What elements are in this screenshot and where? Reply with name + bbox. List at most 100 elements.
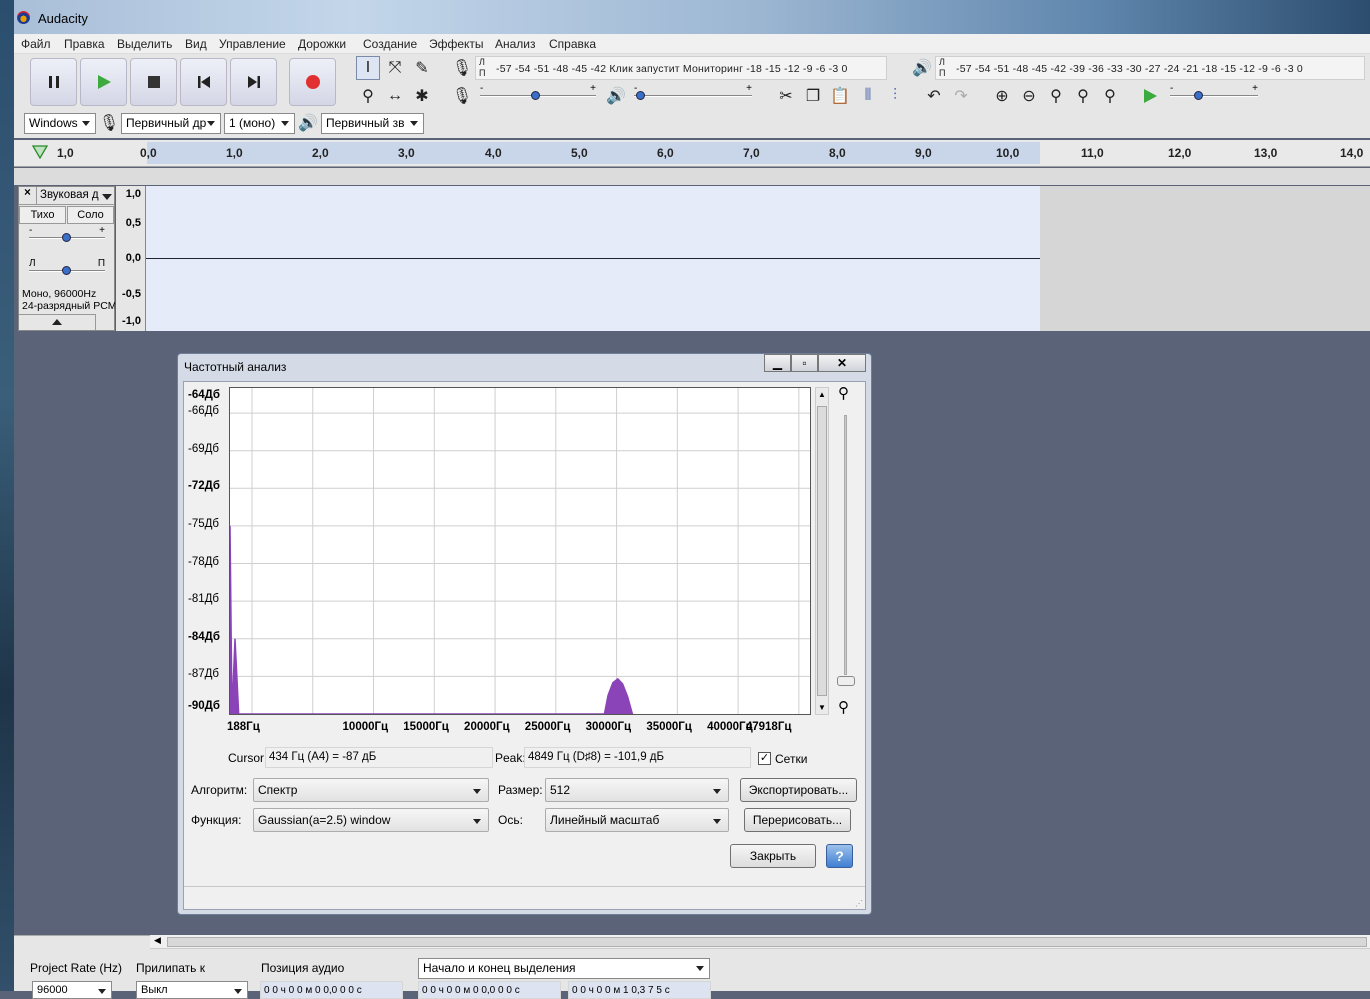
paste-button[interactable]: 📋 [828, 84, 852, 108]
scroll-up-icon[interactable]: ▲ [818, 390, 826, 399]
plot-scrollbar[interactable]: ▲ ▼ [815, 387, 829, 715]
track-gain-slider[interactable]: - + [29, 225, 105, 245]
project-rate-combo[interactable]: 96000 [32, 981, 112, 999]
slider-thumb[interactable] [62, 233, 71, 242]
waveform-empty-area[interactable] [1040, 186, 1370, 331]
envelope-tool-button[interactable]: ⤧ [383, 56, 407, 80]
recording-device-combo[interactable]: Первичный др [121, 113, 221, 134]
solo-button[interactable]: Соло [67, 206, 114, 224]
fit-project-button[interactable]: ⚲ [1071, 84, 1095, 108]
pause-button[interactable] [30, 58, 77, 106]
play-meter-button[interactable]: 🔊 [910, 56, 934, 80]
trim-button[interactable]: ⫴ [856, 84, 880, 108]
redo-button[interactable]: ↷ [949, 84, 973, 108]
pan-right-label: П [97, 258, 105, 269]
scroll-down-icon[interactable]: ▼ [818, 703, 826, 712]
track-close-button[interactable]: × [19, 187, 37, 205]
plot-zoom-thumb[interactable] [837, 676, 855, 686]
playback-device-combo[interactable]: Первичный зв [321, 113, 424, 134]
play-volume-slider[interactable]: - + [634, 83, 752, 103]
resize-grip-icon[interactable]: ⋰ [855, 899, 864, 908]
slider-thumb[interactable] [1194, 91, 1203, 100]
stop-button[interactable] [130, 58, 177, 106]
menu-select[interactable]: Выделить [117, 37, 172, 51]
record-meter[interactable]: ЛП -57 -54 -51 -48 -45 -42 Клик запустит… [475, 56, 887, 80]
zoom-tool-button[interactable]: ⚲ [356, 84, 380, 108]
play-head-icon[interactable] [32, 145, 48, 159]
undo-button[interactable]: ↶ [922, 84, 946, 108]
audio-position-field[interactable]: 0 0 ч 0 0 м 0 0,0 0 0 с [260, 981, 403, 999]
menu-file[interactable]: Файл [21, 37, 51, 51]
track-menu-arrow-icon[interactable] [102, 194, 112, 205]
skip-end-button[interactable] [230, 58, 277, 106]
skip-start-button[interactable] [180, 58, 227, 106]
cut-button[interactable]: ✂ [774, 84, 798, 108]
zoom-in-plot-button[interactable]: ⚲ [838, 384, 856, 402]
silence-button[interactable]: ⫶ [883, 84, 907, 108]
draw-tool-button[interactable]: ✎ [410, 56, 434, 80]
slider-thumb[interactable] [636, 91, 645, 100]
grids-checkbox[interactable]: ✓ [758, 752, 771, 765]
scroll-left-icon[interactable]: ◀ [154, 935, 161, 946]
export-button[interactable]: Экспортировать... [740, 778, 857, 802]
multi-tool-button[interactable]: ✱ [410, 84, 434, 108]
zoom-toggle-button[interactable]: ⚲ [1098, 84, 1122, 108]
play-speed-slider[interactable]: - + [1170, 83, 1258, 103]
menu-analyze[interactable]: Анализ [495, 37, 536, 51]
close-window-button[interactable]: ✕ [818, 354, 866, 372]
record-meter-button[interactable]: 🎙 [450, 56, 474, 80]
window-titlebar[interactable]: Audacity [14, 0, 1370, 34]
scale-label: 0,5 [125, 217, 141, 229]
pencil-icon: ✎ [415, 60, 429, 77]
close-button[interactable]: Закрыть [730, 844, 816, 868]
menu-transport[interactable]: Управление [219, 37, 286, 51]
slider-thumb[interactable] [62, 266, 71, 275]
selection-start-field[interactable]: 0 0 ч 0 0 м 0 0,0 0 0 с [418, 981, 561, 999]
play-meter[interactable]: ЛП -57 -54 -51 -48 -45 -42 -39 -36 -33 -… [935, 56, 1365, 80]
play-at-speed-button[interactable] [1138, 84, 1162, 108]
plot-zoom-track[interactable] [844, 415, 847, 675]
horizontal-scroll-thumb[interactable] [167, 937, 1367, 947]
collapse-track-button[interactable] [19, 314, 96, 330]
size-combo[interactable]: 512 [545, 778, 729, 802]
fit-selection-button[interactable]: ⚲ [1044, 84, 1068, 108]
menu-view[interactable]: Вид [185, 37, 207, 51]
menu-generate[interactable]: Создание [363, 37, 417, 51]
snap-to-combo[interactable]: Выкл [136, 981, 248, 999]
zoom-in-icon: ⚲ [838, 385, 849, 402]
replot-button[interactable]: Перерисовать... [744, 808, 851, 832]
audio-host-combo[interactable]: Windows [24, 113, 96, 134]
scroll-thumb[interactable] [817, 406, 827, 696]
selection-end-field[interactable]: 0 0 ч 0 0 м 1 0,3 7 5 с [568, 981, 711, 999]
channels-combo[interactable]: 1 (моно) [224, 113, 295, 134]
copy-button[interactable]: ❐ [801, 84, 825, 108]
waveform-area[interactable] [146, 186, 1040, 331]
timeline-ruler[interactable]: 1,0 0,0 1,0 2,0 3,0 4,0 5,0 6,0 7,0 8,0 … [14, 140, 1370, 167]
horizontal-scrollbar[interactable]: ◀ [150, 935, 1370, 949]
track-name-menu[interactable]: Звуковая д [40, 189, 100, 201]
minimize-button[interactable]: ▁ [764, 354, 791, 372]
algorithm-combo[interactable]: Спектр [253, 778, 489, 802]
menu-tracks[interactable]: Дорожки [298, 37, 346, 51]
record-meter-scale: -57 -54 -51 -48 -45 -42 Клик запустит Мо… [496, 63, 848, 75]
slider-thumb[interactable] [531, 91, 540, 100]
play-button[interactable] [80, 58, 127, 106]
help-button[interactable]: ? [826, 844, 853, 868]
timeshift-tool-button[interactable]: ↔ [383, 84, 407, 108]
record-button[interactable] [289, 58, 336, 106]
selection-mode-combo[interactable]: Начало и конец выделения [418, 958, 710, 979]
record-volume-slider[interactable]: - + [480, 83, 596, 103]
spectrum-plot[interactable] [229, 387, 811, 715]
zoom-out-button[interactable]: ⊖ [1017, 84, 1041, 108]
zoom-out-plot-button[interactable]: ⚲ [838, 698, 856, 716]
track-pan-slider[interactable]: Л П [29, 258, 105, 278]
maximize-button[interactable]: ▫ [791, 354, 818, 372]
selection-tool-button[interactable]: I [356, 56, 380, 80]
menu-effects[interactable]: Эффекты [429, 37, 484, 51]
mute-button[interactable]: Тихо [19, 206, 66, 224]
menu-help[interactable]: Справка [549, 37, 596, 51]
zoom-in-button[interactable]: ⊕ [990, 84, 1014, 108]
axis-combo[interactable]: Линейный масштаб [545, 808, 729, 832]
function-combo[interactable]: Gaussian(a=2.5) window [253, 808, 489, 832]
menu-edit[interactable]: Правка [64, 37, 105, 51]
